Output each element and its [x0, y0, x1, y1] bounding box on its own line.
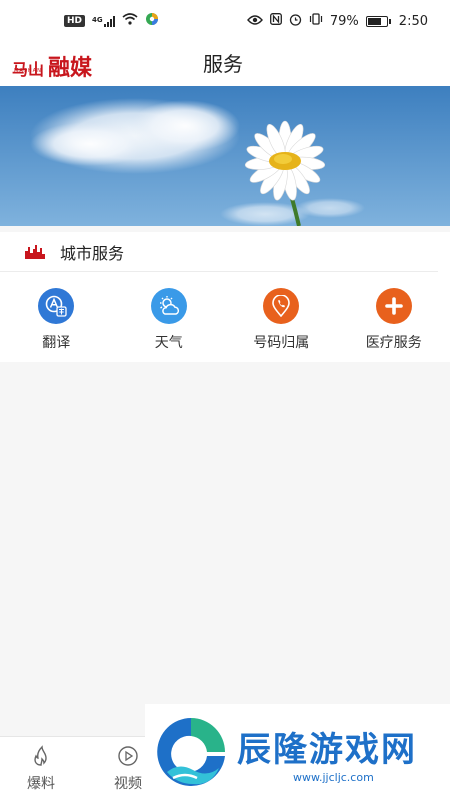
service-label: 医疗服务: [365, 335, 422, 351]
city-services-section: 城市服务 翻译 天气 号码归属 医疗服务: [0, 232, 450, 362]
hd-badge: HD: [64, 15, 86, 27]
app-notification-icon: [145, 12, 159, 30]
service-phone-location[interactable]: 号码归属: [225, 272, 338, 362]
status-bar: HD 4G 79% 2:50: [0, 0, 450, 42]
page-title-text: 服务: [203, 52, 243, 76]
phone-location-icon: [263, 288, 300, 324]
battery-icon: [365, 15, 391, 27]
alarm-icon: [289, 13, 302, 30]
watermark-overlay: 辰隆游戏网 www.jjcljc.com: [145, 704, 450, 800]
cellular-signal-icon: 4G: [92, 15, 115, 27]
watermark-url: www.jjcljc.com: [293, 771, 374, 784]
network-type: 4G: [92, 15, 103, 24]
flame-icon: [34, 745, 47, 766]
app-header: 马山 MASHAN 融媒 服务: [0, 42, 450, 86]
eye-icon: [246, 14, 263, 29]
wifi-icon: [122, 13, 138, 29]
daisy-sky-image: [0, 86, 450, 226]
status-time: 2:50: [398, 13, 428, 29]
weather-icon: [150, 288, 187, 324]
status-left: HD 4G: [64, 12, 159, 30]
translate-icon: [38, 288, 75, 324]
play-icon: [118, 746, 138, 766]
watermark-logo-icon: [157, 718, 225, 786]
page-title: 服务: [0, 48, 450, 77]
service-weather[interactable]: 天气: [113, 272, 226, 362]
nav-item-baoliao[interactable]: 爆料: [16, 745, 66, 793]
nfc-icon: [269, 13, 282, 29]
vibrate-icon: [309, 13, 323, 29]
status-right: 79% 2:50: [246, 13, 428, 30]
plus-icon: [375, 288, 412, 324]
service-medical[interactable]: 医疗服务: [338, 272, 450, 362]
service-translate[interactable]: 翻译: [0, 272, 113, 362]
services-grid: 翻译 天气 号码归属 医疗服务: [0, 272, 450, 362]
watermark-text: 辰隆游戏网: [237, 730, 417, 770]
battery-percent: 79%: [329, 13, 359, 29]
service-label: 号码归属: [253, 335, 310, 351]
city-skyline-icon: [25, 244, 45, 259]
nav-label: 爆料: [27, 776, 55, 792]
banner-image[interactable]: [0, 86, 450, 226]
service-label: 翻译: [42, 335, 71, 351]
section-header: 城市服务: [0, 232, 438, 272]
section-title: 城市服务: [60, 243, 125, 263]
service-label: 天气: [154, 335, 183, 351]
